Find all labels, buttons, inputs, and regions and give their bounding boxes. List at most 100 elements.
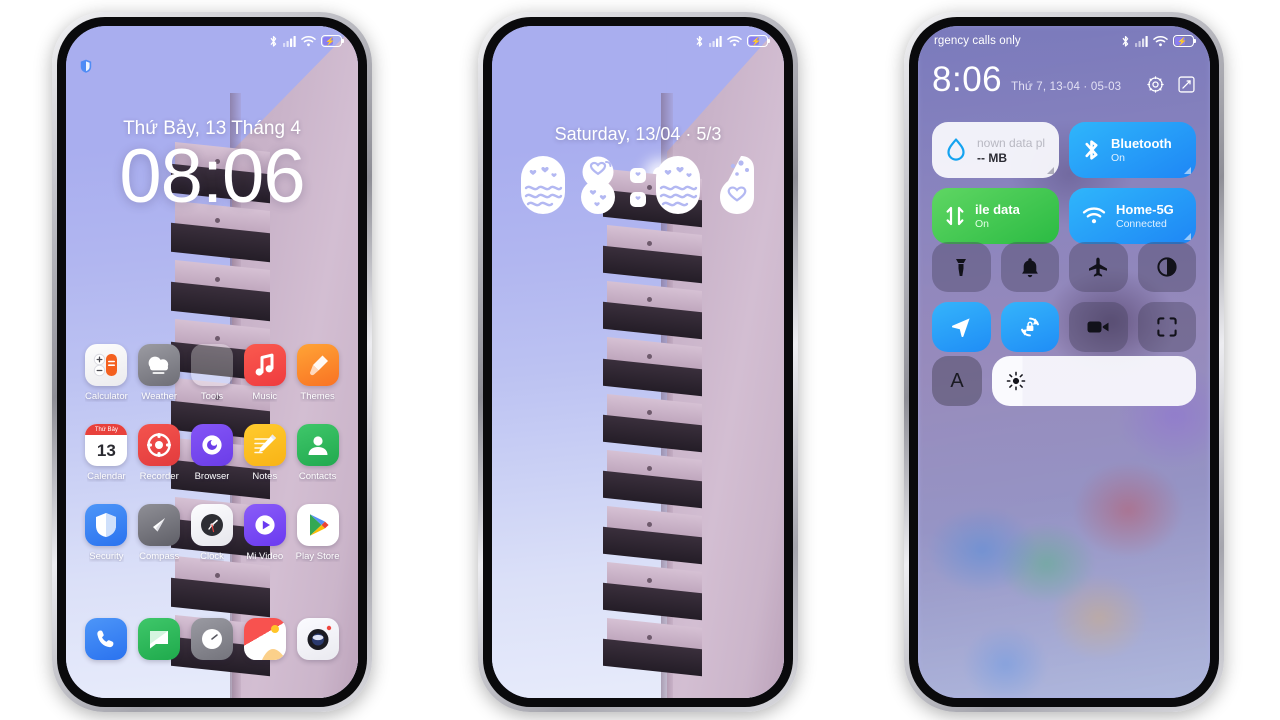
app-label: Contacts (298, 471, 337, 482)
tile-title: nown data pl (977, 135, 1046, 150)
dock-phone[interactable]: Phone (80, 618, 133, 676)
app-label: Weather (141, 391, 178, 402)
toggle-silent[interactable] (1000, 242, 1059, 292)
mi-video-icon (243, 504, 286, 546)
app-label: Tools (200, 391, 224, 402)
app-label: Recorder (139, 471, 179, 482)
bluetooth-icon (696, 35, 703, 47)
bell-icon (1021, 258, 1038, 278)
app-themes[interactable]: Themes (291, 344, 344, 402)
app-recorder[interactable]: Recorder (133, 424, 186, 482)
toggle-airplane[interactable] (1069, 242, 1128, 292)
app-browser[interactable]: Browser (186, 424, 239, 482)
contacts-icon (296, 424, 339, 466)
app-calendar[interactable]: Thứ Bảy 13 Calendar (80, 424, 133, 482)
toggle-screen-record[interactable] (1069, 302, 1128, 352)
app-music[interactable]: Music (238, 344, 291, 402)
app-label: Calculator (85, 391, 128, 402)
app-label: Themes (300, 391, 335, 402)
app-label: Browser (194, 471, 230, 482)
decorative-clock (492, 154, 784, 216)
phone-decorative-lock: ⚡ Saturday, 13/04 · 5/3 (478, 12, 798, 712)
status-bar: rgency calls only ⚡ (918, 26, 1210, 56)
themes-icon (296, 344, 339, 386)
gallery-icon (243, 618, 286, 660)
dock-camera[interactable]: Camera (291, 618, 344, 676)
expand-corner[interactable] (1184, 233, 1191, 240)
toggle-flashlight[interactable] (932, 242, 991, 292)
clock-dial-icon (190, 618, 233, 660)
tile-sub: -- MB (977, 150, 1007, 165)
app-calculator[interactable]: Calculator (80, 344, 133, 402)
phone-control-center: rgency calls only ⚡ 8:06 Thứ 7, 13-04 · … (904, 12, 1224, 712)
carrier-label: rgency calls only (934, 35, 1021, 47)
phone2-bezel: ⚡ Saturday, 13/04 · 5/3 (483, 17, 793, 707)
phone3-screen[interactable]: rgency calls only ⚡ 8:06 Thứ 7, 13-04 · … (918, 26, 1210, 698)
brightness-sun-icon (1006, 371, 1026, 391)
expand-corner[interactable] (1184, 167, 1191, 174)
app-play-store[interactable]: Play Store (291, 504, 344, 562)
brightness-slider[interactable] (992, 356, 1196, 406)
edit-icon[interactable] (1177, 75, 1196, 94)
settings-gear-icon[interactable] (1146, 75, 1165, 94)
dock-gallery[interactable]: Gallery (238, 618, 291, 676)
bluetooth-icon (270, 35, 277, 47)
app-compass[interactable]: Compass (133, 504, 186, 562)
dark-mode-icon (1157, 257, 1177, 277)
calendar-day: 13 (96, 440, 116, 460)
app-mi-video[interactable]: Mi Video (238, 504, 291, 562)
toggle-location[interactable] (932, 302, 991, 352)
dock-messages[interactable]: Messages (133, 618, 186, 676)
dock-clock[interactable]: Clock (186, 618, 239, 676)
messages-icon (138, 618, 181, 660)
toggle-dark-mode[interactable] (1137, 242, 1196, 292)
tile-title: Bluetooth (1111, 136, 1172, 151)
signal-icon (283, 36, 296, 47)
brightness-row: A (918, 356, 1210, 406)
clock-colon (630, 168, 646, 207)
tile-bluetooth[interactable]: Bluetooth On (1069, 122, 1196, 178)
tile-wifi[interactable]: Home-5G Connected (1069, 188, 1196, 244)
status-icons: ⚡ (269, 35, 345, 48)
toggle-rotation-lock[interactable] (1000, 302, 1059, 352)
phone3-bezel: rgency calls only ⚡ 8:06 Thứ 7, 13-04 · … (909, 17, 1219, 707)
quick-setting-tiles: nown data pl -- MB Bluetooth On ile data… (918, 122, 1210, 244)
tools-folder-icon (190, 344, 233, 386)
tile-mobile-data[interactable]: ile data On (932, 188, 1059, 244)
tile-data-usage[interactable]: nown data pl -- MB (932, 122, 1059, 178)
clock-digit-8 (581, 156, 615, 214)
phone2-screen[interactable]: ⚡ Saturday, 13/04 · 5/3 (492, 26, 784, 698)
app-contacts[interactable]: Contacts (291, 424, 344, 482)
bluetooth-icon (1122, 35, 1129, 47)
app-notes[interactable]: Notes (238, 424, 291, 482)
app-tools-folder[interactable]: Tools (186, 344, 239, 402)
battery-charging-icon: ⚡ (1173, 35, 1197, 47)
app-clock[interactable]: Clock (186, 504, 239, 562)
clock-digit-6 (720, 156, 754, 214)
app-label: Calendar (87, 471, 126, 482)
data-drop-icon (947, 138, 965, 161)
app-label: Play Store (295, 551, 340, 562)
clock-digit-0 (521, 156, 565, 214)
battery-charging-icon: ⚡ (321, 35, 345, 47)
toggle-scanner[interactable] (1137, 302, 1196, 352)
app-security[interactable]: Security (80, 504, 133, 562)
app-weather[interactable]: Weather (133, 344, 186, 402)
wifi-icon (1153, 36, 1168, 47)
status-icons: ⚡ (1121, 35, 1197, 48)
control-center-header: 8:06 Thứ 7, 13-04 · 05-03 (918, 62, 1210, 97)
clock-icon (190, 504, 233, 546)
recorder-icon (138, 424, 181, 466)
tile-sub: On (1111, 152, 1126, 164)
phone-lock-screen: ⚡ Thứ Bảy, 13 Tháng 4 08:06 Calculator W… (52, 12, 372, 712)
dock: Phone Messages Clock (66, 618, 358, 676)
lock-date-2: Saturday, 13/04 · 5/3 (554, 124, 722, 144)
calendar-weekday: Thứ Bảy (85, 424, 128, 435)
compass-icon (138, 504, 181, 546)
expand-corner[interactable] (1047, 167, 1054, 174)
browser-icon (190, 424, 233, 466)
phone1-screen[interactable]: ⚡ Thứ Bảy, 13 Tháng 4 08:06 Calculator W… (66, 26, 358, 698)
auto-brightness-button[interactable]: A (932, 356, 982, 406)
status-icons: ⚡ (695, 35, 771, 48)
three-phone-showcase: ⚡ Thứ Bảy, 13 Tháng 4 08:06 Calculator W… (0, 0, 1280, 720)
